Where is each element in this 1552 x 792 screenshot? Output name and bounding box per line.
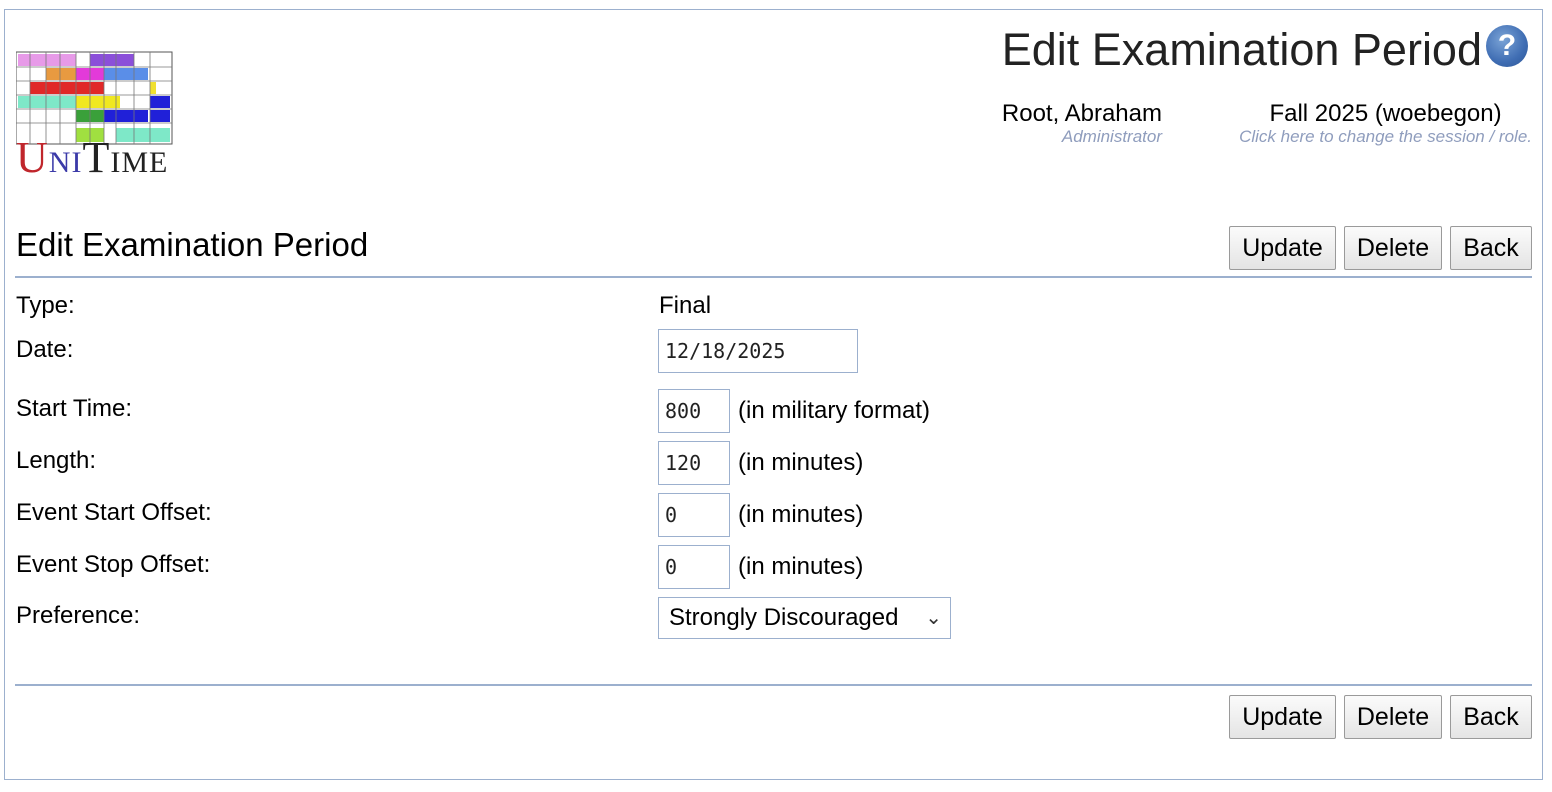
date-label: Date: — [16, 336, 74, 363]
session-info[interactable]: Fall 2025 (woebegon) Click here to chang… — [1239, 100, 1532, 146]
preference-label: Preference: — [16, 602, 141, 629]
back-button-bottom[interactable]: Back — [1450, 695, 1532, 739]
section-divider — [15, 276, 1532, 278]
start-time-field[interactable] — [658, 389, 730, 433]
preference-select[interactable]: Strongly Discouraged ⌄ — [658, 597, 951, 639]
bottom-divider — [15, 684, 1532, 686]
start-time-hint: (in military format) — [738, 397, 931, 424]
page-title: Edit Examination Period — [1001, 24, 1482, 75]
delete-button-bottom[interactable]: Delete — [1344, 695, 1442, 739]
length-field[interactable] — [658, 441, 730, 485]
length-hint: (in minutes) — [738, 449, 864, 476]
length-label: Length: — [16, 447, 97, 474]
section-title: Edit Examination Period — [16, 226, 369, 263]
user-info[interactable]: Root, Abraham Administrator — [1002, 100, 1162, 146]
user-role: Administrator — [1061, 127, 1162, 146]
user-name: Root, Abraham — [1001, 100, 1162, 127]
session-hint: Click here to change the session / role. — [1239, 127, 1532, 146]
delete-button[interactable]: Delete — [1344, 226, 1442, 270]
back-button[interactable]: Back — [1450, 226, 1532, 270]
preference-value: Strongly Discouraged — [669, 604, 899, 631]
event-stop-offset-hint: (in minutes) — [738, 553, 864, 580]
event-stop-offset-field[interactable] — [658, 545, 730, 589]
type-label: Type: — [16, 292, 75, 319]
date-field[interactable] — [658, 329, 858, 373]
unitime-wordmark: UNITIME — [16, 133, 169, 182]
type-value: Final — [659, 292, 712, 319]
event-start-offset-field[interactable] — [658, 493, 730, 537]
event-start-offset-label: Event Start Offset: — [16, 499, 212, 526]
chevron-down-icon: ⌄ — [925, 607, 942, 629]
start-time-label: Start Time: — [16, 395, 133, 422]
session-name: Fall 2025 (woebegon) — [1269, 100, 1502, 127]
event-stop-offset-label: Event Stop Offset: — [16, 551, 211, 578]
event-start-offset-hint: (in minutes) — [738, 501, 864, 528]
update-button-bottom[interactable]: Update — [1229, 695, 1336, 739]
update-button[interactable]: Update — [1229, 226, 1336, 270]
question-circle-icon[interactable]: ? — [1486, 25, 1528, 67]
